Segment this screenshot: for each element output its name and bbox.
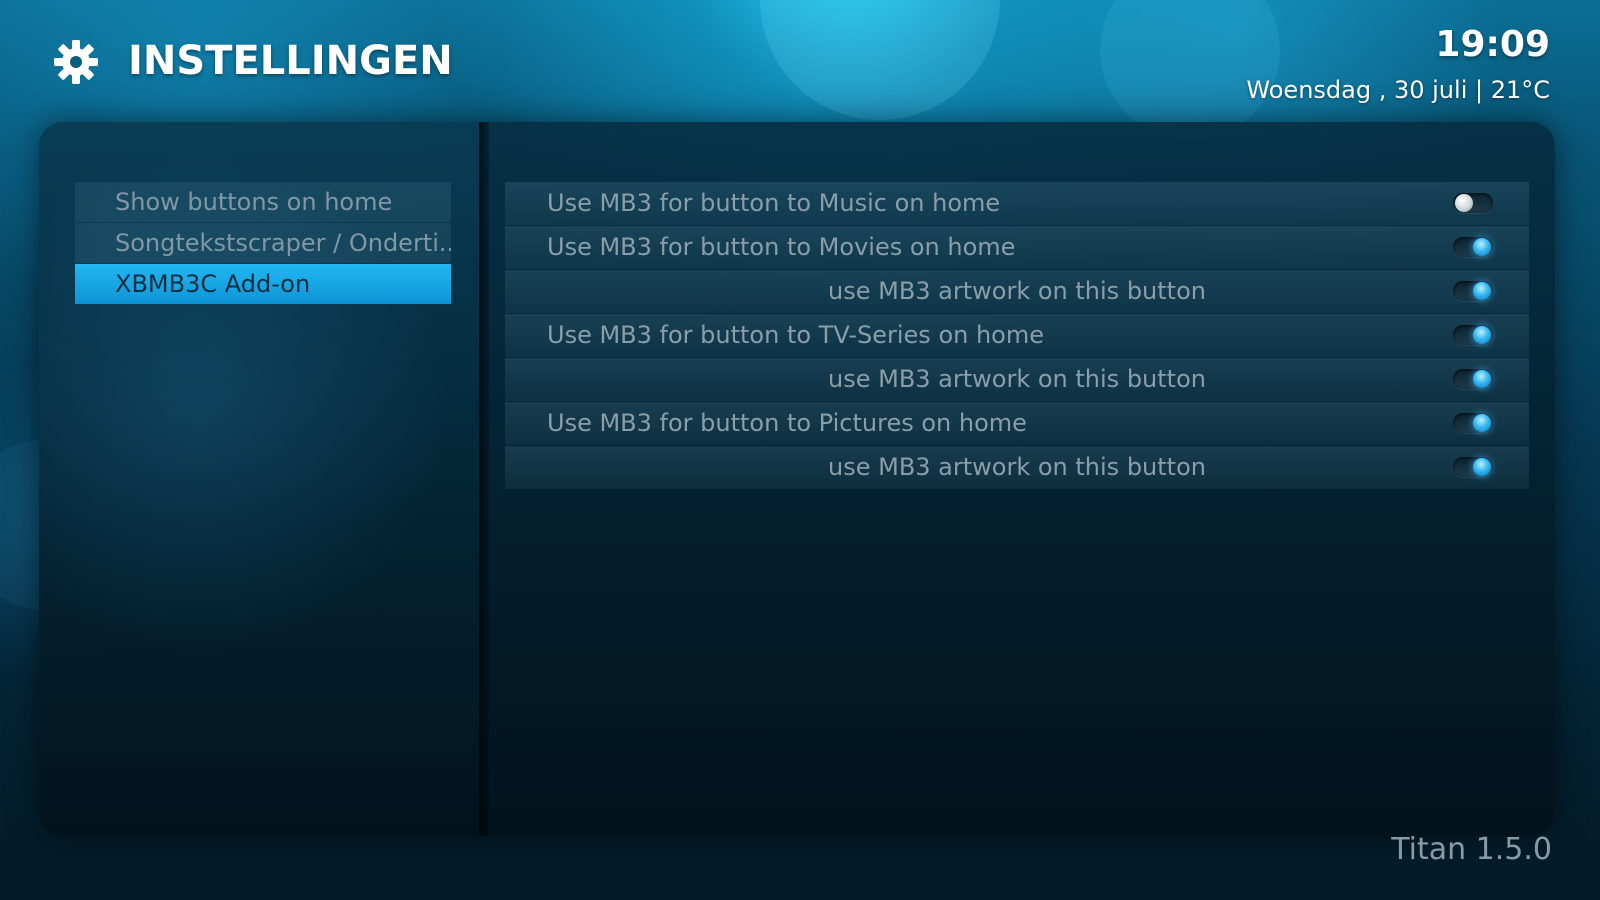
category-item-show-buttons[interactable]: Show buttons on home — [75, 182, 451, 222]
setting-row-pictures[interactable]: Use MB3 for button to Pictures on home — [505, 402, 1529, 445]
category-list: Show buttons on home Songtekstscraper / … — [75, 182, 451, 305]
category-item-label: Show buttons on home — [115, 188, 393, 216]
toggle-knob — [1473, 282, 1491, 300]
toggle-switch[interactable] — [1453, 325, 1493, 345]
setting-row-tvseries-artwork[interactable]: use MB3 artwork on this button — [505, 358, 1529, 401]
toggle-switch[interactable] — [1453, 457, 1493, 477]
setting-row-movies[interactable]: Use MB3 for button to Movies on home — [505, 226, 1529, 269]
page-title: INSTELLINGEN — [128, 38, 453, 84]
category-item-label: Songtekstscraper / Onderti... — [115, 229, 451, 257]
setting-label: Use MB3 for button to Movies on home — [547, 233, 1016, 261]
setting-label: use MB3 artwork on this button — [828, 277, 1206, 305]
setting-label: Use MB3 for button to Music on home — [547, 189, 1001, 217]
toggle-switch[interactable] — [1453, 369, 1493, 389]
skin-version: Titan 1.5.0 — [1391, 832, 1552, 867]
toggle-switch[interactable] — [1453, 237, 1493, 257]
toggle-switch[interactable] — [1453, 193, 1493, 213]
header-bar: INSTELLINGEN 19:09 Woensdag , 30 juli | … — [0, 0, 1600, 120]
setting-row-music[interactable]: Use MB3 for button to Music on home — [505, 182, 1529, 225]
toggle-knob — [1473, 238, 1491, 256]
setting-label: Use MB3 for button to TV-Series on home — [547, 321, 1045, 349]
category-item-xbmb3c-addon[interactable]: XBMB3C Add-on — [75, 264, 451, 304]
setting-label: use MB3 artwork on this button — [828, 365, 1206, 393]
toggle-knob — [1473, 414, 1491, 432]
toggle-knob — [1473, 370, 1491, 388]
setting-row-tvseries[interactable]: Use MB3 for button to TV-Series on home — [505, 314, 1529, 357]
setting-row-pictures-artwork[interactable]: use MB3 artwork on this button — [505, 446, 1529, 489]
setting-label: use MB3 artwork on this button — [828, 453, 1206, 481]
toggle-knob — [1473, 326, 1491, 344]
date-weather: Woensdag , 30 juli | 21°C — [1246, 76, 1550, 104]
toggle-knob — [1473, 458, 1491, 476]
toggle-switch[interactable] — [1453, 281, 1493, 301]
settings-list: Use MB3 for button to Music on home Use … — [505, 182, 1529, 490]
setting-row-movies-artwork[interactable]: use MB3 artwork on this button — [505, 270, 1529, 313]
toggle-knob — [1455, 194, 1473, 212]
pane-divider — [479, 122, 489, 836]
category-item-songtekstscraper[interactable]: Songtekstscraper / Onderti... — [75, 223, 451, 263]
category-item-label: XBMB3C Add-on — [115, 270, 311, 298]
clock: 19:09 — [1435, 24, 1550, 65]
gear-icon — [54, 40, 98, 84]
setting-label: Use MB3 for button to Pictures on home — [547, 409, 1027, 437]
toggle-switch[interactable] — [1453, 413, 1493, 433]
settings-panel: Show buttons on home Songtekstscraper / … — [39, 122, 1555, 836]
